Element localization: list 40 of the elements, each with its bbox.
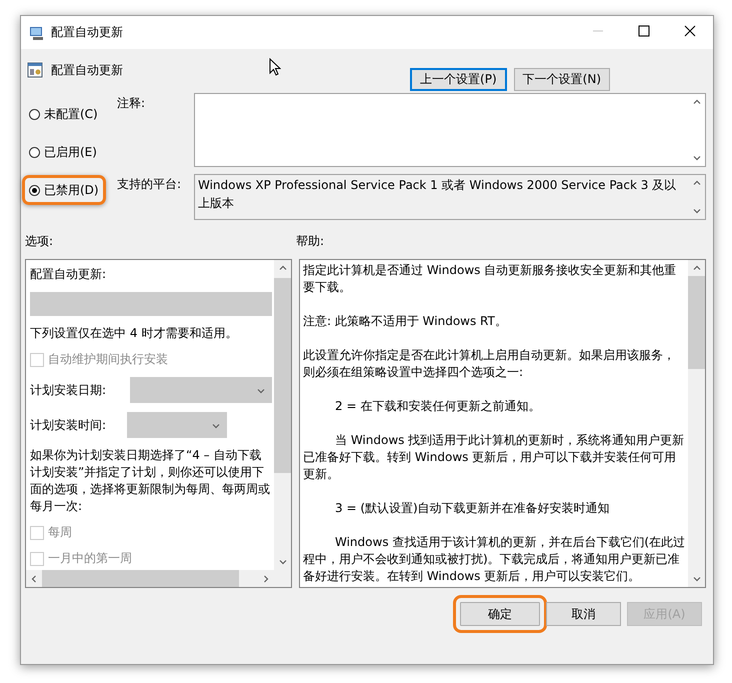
- radio-option[interactable]: 已启用(E): [22, 137, 104, 167]
- previous-setting-button[interactable]: 上一个设置(P): [410, 68, 507, 90]
- chevron-down-icon: [256, 386, 266, 396]
- options-text: 如果你为计划安装日期选择了“4 – 自动下载计划安装”并指定了计划，则你还可以使用下面的选项，选择将更新限制为每周、每两周或每月一次:: [30, 447, 271, 515]
- scrollbar-thumb[interactable]: [274, 278, 291, 473]
- help-label: 帮助:: [296, 233, 324, 250]
- select-label: 计划安装日期:: [30, 382, 108, 398]
- scroll-left-icon: [29, 574, 39, 584]
- help-paragraph: 此设置允许你指定是否在此计算机上启用自动更新。如果启用该服务，则必须在组策略设置中选择四个选项之一:: [303, 347, 676, 381]
- help-paragraph: 指定此计算机是否通过 Windows 自动更新服务接收安全更新和其他重要下载。: [303, 262, 678, 296]
- scroll-down-icon: [692, 153, 702, 163]
- help-paragraph: 3 = (默认设置)自动下载更新并在准备好安装时通知: [334, 500, 611, 517]
- policy-title: 配置自动更新: [51, 62, 123, 78]
- scroll-down-icon: [278, 557, 288, 567]
- settings-icon: [27, 62, 43, 78]
- scrollbar-thumb[interactable]: [42, 570, 239, 587]
- cursor-icon: [269, 58, 281, 76]
- scroll-right-icon: [261, 574, 271, 584]
- help-paragraph: 注意: 此策略不适用于 Windows RT。: [303, 313, 508, 330]
- help-paragraph: Windows 查找适用于该计算机的更新，并在后台下载它们(在此过程中，用户不会收到通知或被打扰)。下载完成后，将通知用户更新已准备好进行安装。在转到 Windows 更新后，用户可以安装它们。: [303, 534, 686, 585]
- cancel-button[interactable]: 取消: [546, 602, 621, 626]
- options-text: 下列设置仅在选中 4 时才需要和适用。: [30, 325, 238, 342]
- scroll-down-icon: [692, 574, 702, 584]
- select-label: 计划安装时间:: [30, 416, 108, 434]
- platform-text: Windows XP Professional Service Pack 1 或者 Windows 2000 Service Pack 3 及以上版本: [197, 177, 678, 212]
- comment-field[interactable]: [194, 93, 706, 167]
- radio-option[interactable]: 已禁用(D): [22, 175, 106, 205]
- comment-label: 注释:: [117, 95, 146, 112]
- help-paragraph: 当 Windows 找到适用于此计算机的更新时，系统将通知用户更新已准备好下载。转到 Windows 更新后，用户可以下载并安装任何可用更新。: [303, 432, 686, 483]
- platform-label: 支持的平台:: [117, 176, 182, 193]
- options-label: 选项:: [25, 233, 54, 250]
- scroll-down-icon: [692, 206, 702, 216]
- window-title: 配置自动更新: [51, 24, 124, 41]
- next-setting-button[interactable]: 下一个设置(N): [514, 68, 610, 90]
- help-paragraph: 2 = 在下载和安装任何更新之前通知。: [334, 398, 542, 415]
- radio-option[interactable]: 未配置(C): [22, 99, 105, 129]
- computer-icon: [29, 24, 45, 40]
- scrollbar-thumb[interactable]: [688, 276, 705, 369]
- chevron-down-icon: [211, 421, 221, 431]
- options-text: 配置自动更新:: [30, 266, 108, 283]
